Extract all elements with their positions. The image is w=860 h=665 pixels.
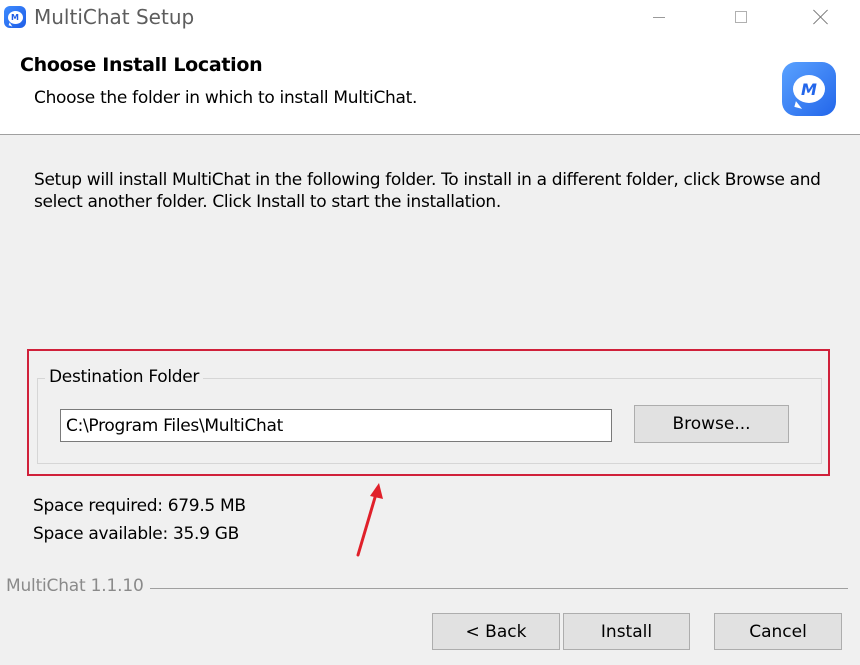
- title-bar[interactable]: M MultiChat Setup: [0, 0, 860, 34]
- app-icon-letter: M: [7, 10, 23, 24]
- minimize-icon: [653, 16, 665, 18]
- wizard-header: Choose Install Location Choose the folde…: [0, 34, 860, 135]
- back-button[interactable]: < Back: [432, 613, 560, 650]
- highlight-annotation-box: [27, 349, 830, 476]
- logo-letter: M: [793, 75, 825, 103]
- multichat-logo-icon: M: [782, 62, 836, 116]
- space-available-text: Space available: 35.9 GB: [33, 524, 239, 544]
- close-button[interactable]: [798, 0, 844, 34]
- cancel-button[interactable]: Cancel: [714, 613, 842, 650]
- red-arrow-icon: [356, 483, 383, 557]
- version-label: MultiChat 1.1.10: [6, 576, 150, 596]
- page-title: Choose Install Location: [20, 54, 263, 76]
- install-button[interactable]: Install: [563, 613, 690, 650]
- window-title: MultiChat Setup: [34, 5, 195, 29]
- maximize-icon: [735, 11, 747, 23]
- minimize-button[interactable]: [636, 0, 682, 34]
- close-icon: [813, 9, 829, 25]
- space-required-text: Space required: 679.5 MB: [33, 496, 246, 516]
- page-subtitle: Choose the folder in which to install Mu…: [34, 88, 418, 108]
- install-description: Setup will install MultiChat in the foll…: [34, 170, 821, 212]
- maximize-button[interactable]: [718, 0, 764, 34]
- multichat-app-icon: M: [4, 6, 26, 28]
